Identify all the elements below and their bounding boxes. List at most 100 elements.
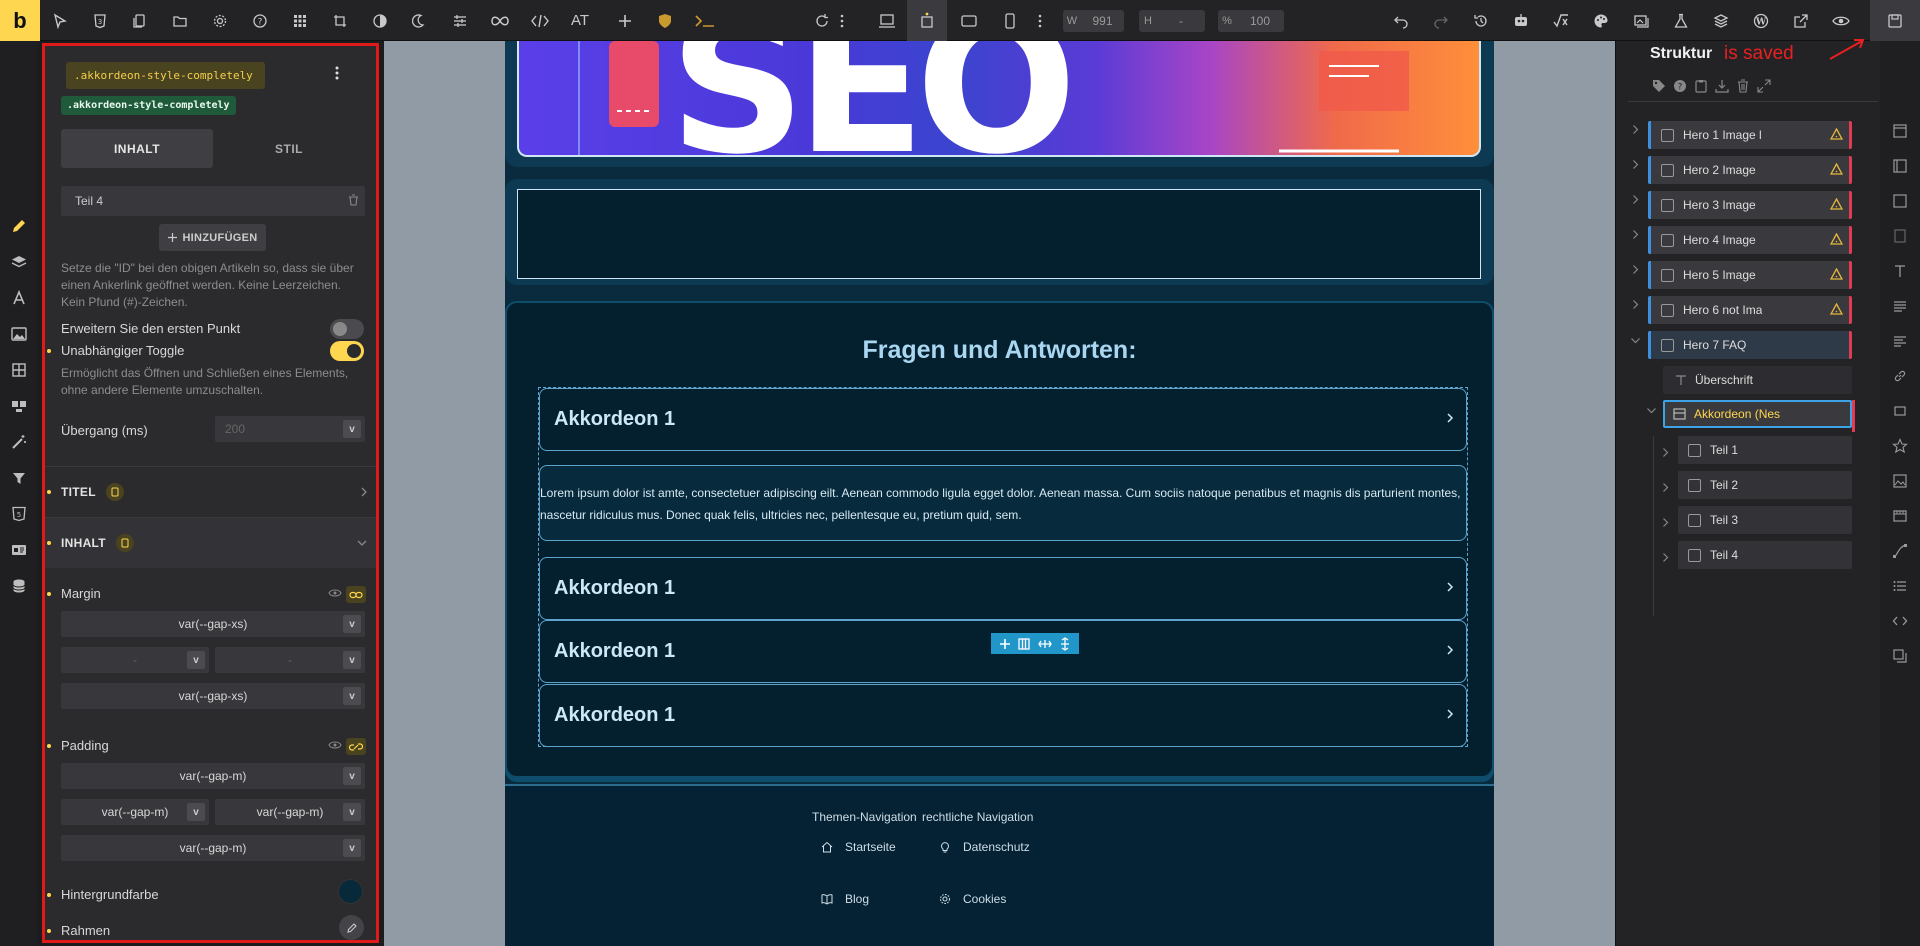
edit-border-pencil-icon[interactable]	[339, 915, 364, 940]
undo-icon[interactable]	[1381, 0, 1421, 41]
container-element-icon[interactable]	[1880, 148, 1920, 184]
structure-item-hero-2[interactable]: Hero 2 Image	[1648, 156, 1852, 184]
image-element-icon[interactable]	[1880, 463, 1920, 499]
add-element-icon[interactable]	[999, 638, 1011, 650]
add-item-button[interactable]: HINZUFÜGEN	[159, 224, 266, 251]
background-color-swatch[interactable]	[338, 879, 363, 904]
more-vertical-icon[interactable]	[832, 0, 852, 41]
infinity-icon[interactable]	[480, 0, 520, 41]
structure-item-hero-5[interactable]: Hero 5 Image	[1648, 261, 1852, 289]
code-icon[interactable]	[520, 0, 560, 41]
folder-icon[interactable]	[160, 0, 200, 41]
accordion-item-2[interactable]: Akkordeon 1	[539, 557, 1467, 620]
at-button[interactable]: AT	[560, 0, 600, 41]
structure-item-hero-7[interactable]: Hero 7 FAQ	[1648, 331, 1852, 359]
faq-heading[interactable]: Fragen und Antworten:	[507, 336, 1492, 365]
css3-icon[interactable]: 3	[80, 0, 120, 41]
magic-wand-icon[interactable]	[0, 424, 38, 460]
text-basic-icon[interactable]	[1880, 288, 1920, 324]
pages-icon[interactable]	[120, 0, 160, 41]
footer-link-privacy[interactable]: Datenschutz	[939, 840, 1030, 854]
star-icon[interactable]	[1880, 428, 1920, 464]
div-element-icon[interactable]	[1880, 218, 1920, 254]
zoom-input[interactable]: % 100	[1218, 10, 1284, 32]
footer-link-cookies[interactable]: Cookies	[939, 892, 1006, 906]
margin-top-select[interactable]: var(--gap-xs) v	[61, 611, 365, 637]
dropdown-arrow[interactable]: v	[343, 839, 361, 857]
pointer-icon[interactable]	[40, 0, 80, 41]
block-element-icon[interactable]	[1880, 183, 1920, 219]
repeater-item[interactable]: Teil 4	[61, 186, 365, 216]
help-icon[interactable]: ?	[240, 0, 280, 41]
dropdown-arrow[interactable]: v	[187, 803, 205, 821]
footer-link-home[interactable]: Startseite	[821, 840, 896, 854]
tablet-landscape-icon[interactable]	[949, 0, 989, 41]
svg-path-icon[interactable]	[1880, 533, 1920, 569]
list-element-icon[interactable]	[1880, 568, 1920, 604]
help-circle-icon[interactable]: ?	[1673, 79, 1687, 93]
contrast-icon[interactable]	[360, 0, 400, 41]
chevron-down-icon[interactable]	[1630, 337, 1641, 344]
chevron-right-icon[interactable]	[1632, 124, 1639, 135]
empty-section[interactable]	[505, 179, 1494, 285]
clipboard-icon[interactable]	[1694, 79, 1708, 93]
grid-icon[interactable]	[280, 0, 320, 41]
margin-left-select[interactable]: -v	[61, 647, 209, 673]
columns-icon[interactable]	[1018, 637, 1030, 650]
accordion-item-4[interactable]: Akkordeon 1	[539, 684, 1467, 747]
chevron-right-icon[interactable]	[1662, 517, 1669, 528]
tag-icon[interactable]	[1652, 79, 1666, 93]
layers-icon[interactable]	[1701, 0, 1741, 41]
link-values-icon[interactable]	[346, 586, 366, 603]
independent-toggle-switch[interactable]	[330, 341, 364, 361]
dropdown-arrow[interactable]: v	[343, 767, 361, 785]
section-titel[interactable]: TITEL	[45, 466, 376, 517]
external-link-icon[interactable]	[1781, 0, 1821, 41]
preview-eye-icon[interactable]	[1821, 0, 1861, 41]
more-breakpoints-icon[interactable]	[1030, 0, 1050, 41]
dropdown-arrow[interactable]: v	[343, 687, 361, 705]
desktop-view-icon[interactable]	[867, 0, 907, 41]
sliders-icon[interactable]	[440, 0, 480, 41]
laptop-view-active-icon[interactable]	[907, 0, 947, 41]
images-icon[interactable]	[1621, 0, 1661, 41]
site-footer[interactable]: Themen-Navigation rechtliche Navigation …	[505, 784, 1494, 946]
faq-section[interactable]: Fragen und Antworten: Akkordeon 1 Lorem …	[505, 301, 1494, 778]
id-card-icon[interactable]	[0, 532, 38, 568]
padding-right-select[interactable]: var(--gap-m) v	[215, 799, 365, 825]
history-icon[interactable]	[1461, 0, 1501, 41]
typography-icon[interactable]	[0, 280, 38, 316]
visibility-eye-icon[interactable]	[328, 740, 342, 750]
structure-item-teil-4[interactable]: Teil 4	[1678, 541, 1852, 569]
accordion-nested[interactable]: Akkordeon 1 Lorem ipsum dolor ist amte, …	[538, 387, 1468, 747]
save-icon[interactable]	[1870, 0, 1920, 41]
padding-top-select[interactable]: var(--gap-m) v	[61, 763, 365, 789]
resize-horizontal-icon[interactable]	[1037, 638, 1052, 650]
hero-seo-image[interactable]: SEO	[517, 41, 1481, 157]
edit-pencil-icon[interactable]	[0, 208, 38, 244]
more-options-icon[interactable]	[335, 66, 339, 80]
empty-container[interactable]	[517, 189, 1481, 279]
accordion-item-1[interactable]: Akkordeon 1	[539, 388, 1467, 451]
tab-inhalt[interactable]: INHALT	[61, 129, 213, 168]
html5-icon[interactable]: 5	[0, 496, 38, 532]
terminal-icon[interactable]	[685, 0, 725, 41]
template-element-icon[interactable]	[1880, 638, 1920, 674]
builder-logo[interactable]: b	[0, 0, 40, 41]
flask-icon[interactable]	[1661, 0, 1701, 41]
structure-item-hero-3[interactable]: Hero 3 Image	[1648, 191, 1852, 219]
structure-item-heading[interactable]: Überschrift	[1663, 366, 1852, 394]
crop-icon[interactable]	[320, 0, 360, 41]
ai-robot-icon[interactable]	[1501, 0, 1541, 41]
structure-item-teil-1[interactable]: Teil 1	[1678, 436, 1852, 464]
chevron-right-icon[interactable]	[1662, 552, 1669, 563]
chevron-right-icon[interactable]	[1662, 447, 1669, 458]
visibility-eye-icon[interactable]	[328, 588, 342, 598]
code-element-icon[interactable]	[1880, 603, 1920, 639]
link-chain-icon[interactable]	[1880, 358, 1920, 394]
rich-text-icon[interactable]	[1880, 323, 1920, 359]
database-icon[interactable]	[0, 568, 38, 604]
tab-stil[interactable]: STIL	[213, 129, 365, 168]
section-inhalt[interactable]: INHALT	[45, 517, 376, 568]
dropdown-arrow[interactable]: v	[343, 420, 361, 438]
